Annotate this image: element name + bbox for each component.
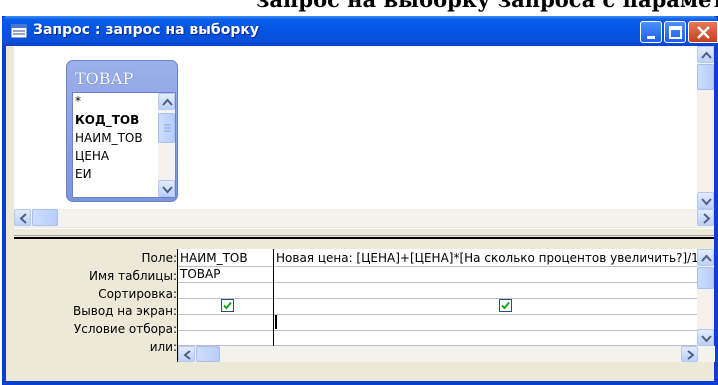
show-checkbox[interactable] bbox=[221, 299, 234, 312]
row-label-field: Поле: bbox=[141, 251, 177, 265]
checkmark-icon bbox=[501, 301, 510, 310]
scroll-up-button[interactable] bbox=[697, 46, 714, 63]
scroll-thumb[interactable] bbox=[196, 346, 220, 362]
chevron-left-icon bbox=[183, 350, 191, 360]
query-icon bbox=[11, 24, 27, 38]
scroll-right-button[interactable] bbox=[681, 346, 698, 362]
column-separator[interactable] bbox=[273, 249, 274, 346]
grid-row-or bbox=[178, 329, 699, 346]
page-caption: запрос на выборку запроса с параметрами bbox=[256, 0, 718, 13]
row-label-criteria: Условие отбора: bbox=[73, 322, 177, 336]
chevron-up-icon bbox=[701, 51, 712, 59]
maximize-icon bbox=[669, 26, 682, 39]
chevron-right-icon bbox=[687, 350, 695, 360]
scroll-up-button[interactable] bbox=[697, 249, 714, 266]
scroll-up-button[interactable] bbox=[158, 93, 175, 110]
table-pane-hscroll[interactable] bbox=[14, 209, 714, 227]
scroll-thumb[interactable] bbox=[158, 113, 175, 143]
chevron-up-icon bbox=[162, 98, 173, 106]
query-window: Запрос : запрос на выборку ТОВАР * КОД_Т… bbox=[2, 16, 718, 385]
row-label-or: или: bbox=[149, 340, 177, 354]
row-label-show: Вывод на экран: bbox=[73, 304, 177, 318]
grid-vscroll[interactable] bbox=[697, 249, 714, 346]
field-list-window[interactable]: ТОВАР * КОД_ТОВ НАИМ_ТОВ ЦЕНА ЕИ bbox=[66, 60, 178, 202]
field-list-title: ТОВАР bbox=[75, 69, 134, 88]
table-pane-vscroll[interactable] bbox=[697, 46, 714, 209]
row-label-sort: Сортировка: bbox=[98, 287, 177, 301]
grid-cell-or[interactable] bbox=[274, 329, 699, 347]
design-grid[interactable]: НАИМ_ТОВ Новая цена: [ЦЕНА]+[ЦЕНА]*[На с… bbox=[177, 249, 715, 362]
show-checkbox[interactable] bbox=[499, 299, 512, 312]
field-list-scrollbar[interactable] bbox=[158, 93, 175, 197]
scroll-down-button[interactable] bbox=[697, 329, 714, 346]
grid-cell-or[interactable] bbox=[178, 329, 272, 347]
design-grid-pane: Поле: Имя таблицы: Сортировка: Вывод на … bbox=[14, 239, 715, 380]
field-item[interactable]: НАИМ_ТОВ bbox=[75, 131, 143, 145]
field-list[interactable]: * КОД_ТОВ НАИМ_ТОВ ЦЕНА ЕИ bbox=[72, 92, 176, 198]
table-pane[interactable]: ТОВАР * КОД_ТОВ НАИМ_ТОВ ЦЕНА ЕИ bbox=[14, 46, 714, 227]
field-item-all[interactable]: * bbox=[75, 94, 81, 108]
chevron-down-icon bbox=[701, 335, 712, 343]
chevron-up-icon bbox=[701, 254, 712, 262]
minimize-button[interactable] bbox=[640, 21, 662, 43]
text-cursor bbox=[275, 315, 277, 329]
grid-hscroll[interactable] bbox=[178, 346, 715, 362]
maximize-button[interactable] bbox=[664, 21, 686, 43]
scroll-right-button[interactable] bbox=[697, 209, 714, 226]
scroll-thumb[interactable] bbox=[697, 267, 714, 289]
chevron-down-icon bbox=[162, 186, 173, 194]
chevron-down-icon bbox=[701, 198, 712, 206]
field-item[interactable]: ЦЕНА bbox=[75, 149, 109, 163]
close-button[interactable] bbox=[688, 21, 718, 43]
checkmark-icon bbox=[223, 301, 232, 310]
grip-icon bbox=[164, 124, 171, 132]
close-icon bbox=[697, 26, 710, 39]
scroll-left-button[interactable] bbox=[14, 209, 31, 226]
scroll-down-button[interactable] bbox=[697, 192, 714, 209]
row-label-table: Имя таблицы: bbox=[89, 269, 177, 283]
pane-splitter[interactable] bbox=[14, 228, 714, 236]
title-bar[interactable]: Запрос : запрос на выборку bbox=[2, 16, 718, 46]
field-item-key[interactable]: КОД_ТОВ bbox=[75, 113, 139, 127]
scroll-thumb[interactable] bbox=[32, 209, 58, 226]
scroll-thumb[interactable] bbox=[697, 64, 714, 90]
window-title: Запрос : запрос на выборку bbox=[33, 22, 259, 38]
scroll-down-button[interactable] bbox=[158, 180, 175, 197]
scroll-left-button[interactable] bbox=[178, 346, 195, 362]
chevron-left-icon bbox=[19, 213, 27, 224]
field-item[interactable]: ЕИ bbox=[75, 167, 92, 181]
chevron-right-icon bbox=[703, 213, 711, 224]
minimize-icon bbox=[647, 36, 655, 39]
